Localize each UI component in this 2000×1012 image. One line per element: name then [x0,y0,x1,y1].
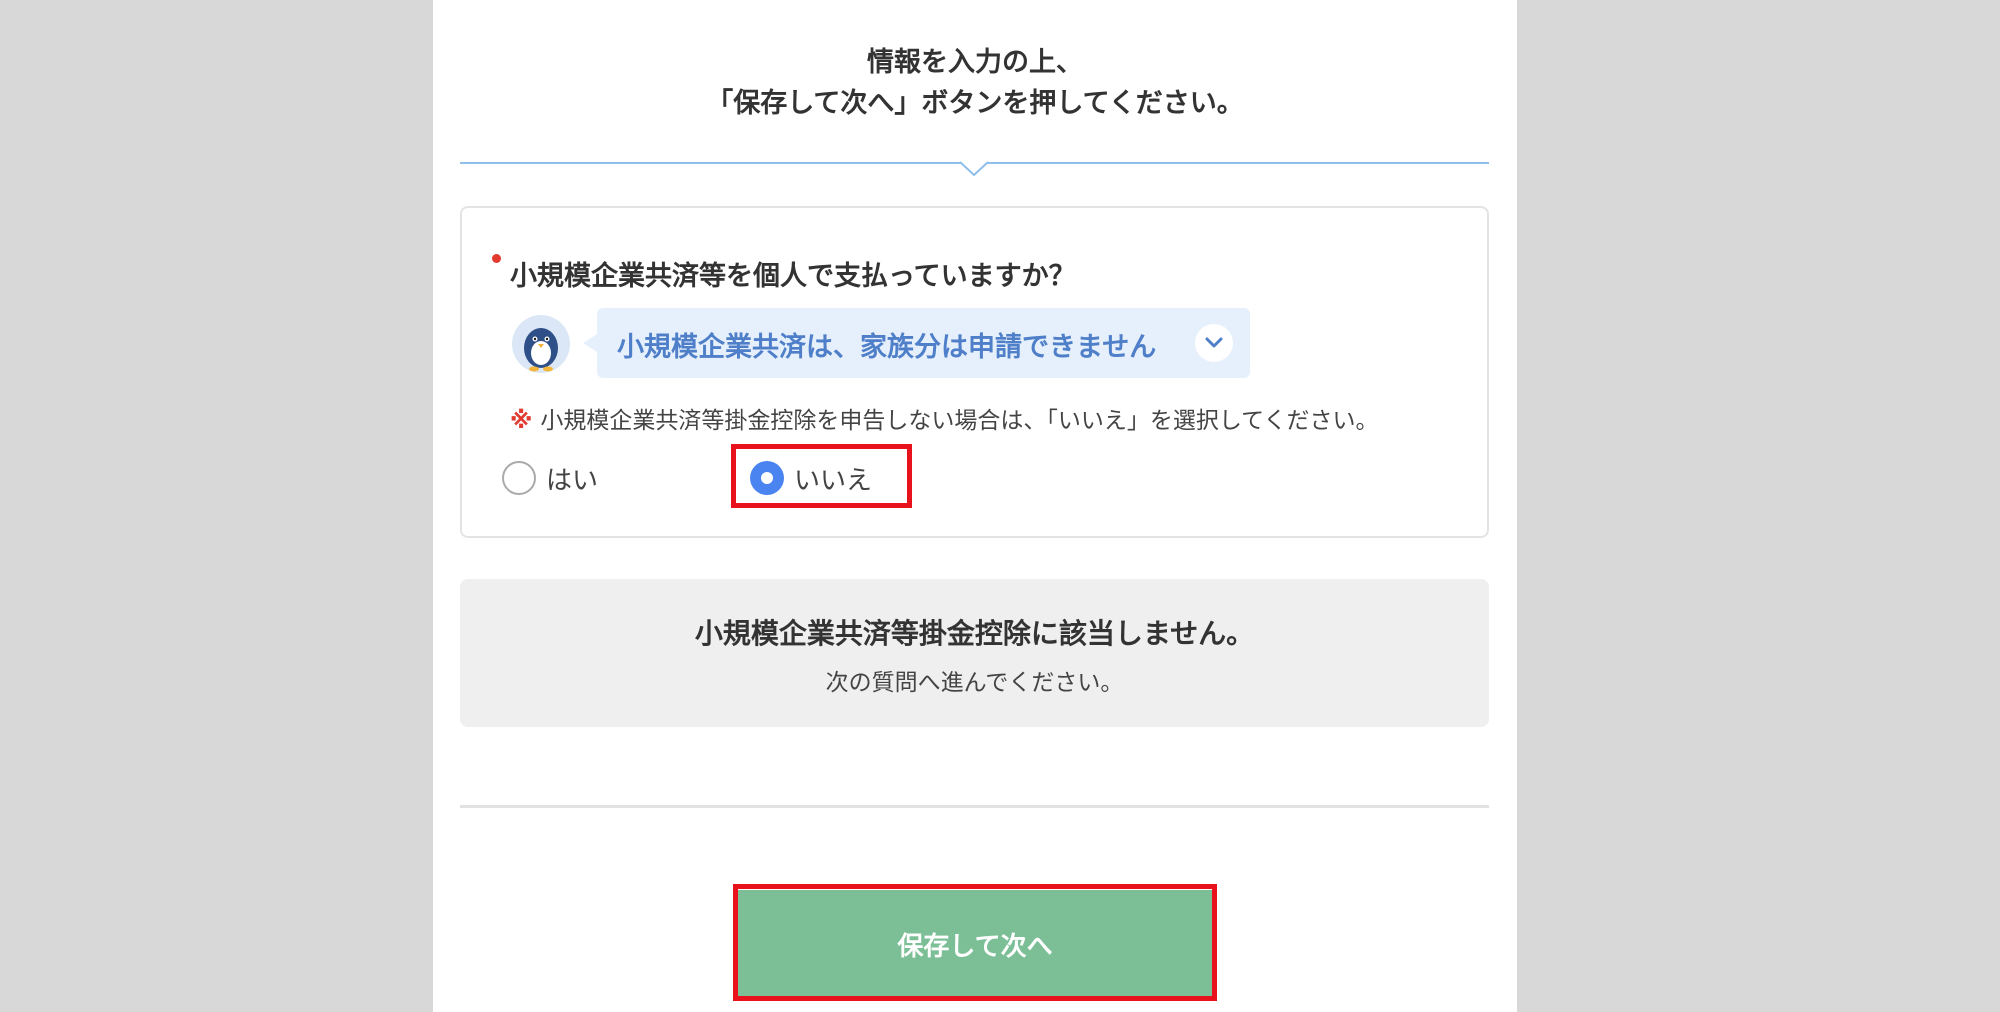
radio-option-no[interactable]: いいえ [750,458,872,498]
note-body: 小規模企業共済等掛金控除を申告しない場合は、「いいえ」を選択してください。 [540,408,1379,434]
hint-expand-button[interactable] [1195,324,1233,362]
result-title: 小規模企業共済等掛金控除に該当しません。 [694,617,1255,650]
radio-label-yes: はい [546,465,599,496]
save-next-button[interactable]: 保存して次へ [738,890,1212,998]
instruction-text: 情報を入力の上、 「保存して次へ」ボタンを押してください。 [433,42,1517,124]
result-message-box: 小規模企業共済等掛金控除に該当しません。 次の質問へ進んでください。 [460,579,1489,727]
result-subtitle: 次の質問へ進んでください。 [825,670,1124,696]
hint-text: 小規模企業共済は、家族分は申請できません [617,332,1157,363]
instruction-line-2: 「保存して次へ」ボタンを押してください。 [706,88,1244,119]
radio-option-yes[interactable]: はい [502,458,598,498]
radio-label-no: いいえ [794,465,873,496]
chevron-down-icon [1205,337,1223,348]
radio-button-no[interactable] [750,461,784,495]
hint-toggle[interactable]: 小規模企業共済は、家族分は申請できません [583,308,1250,378]
radio-button-yes[interactable] [502,461,536,495]
form-panel: 情報を入力の上、 「保存して次へ」ボタンを押してください。 小規模企業共済等を個… [433,0,1517,1012]
question-card: 小規模企業共済等を個人で支払っていますか？ 小規模企業共済は、家族分は申請できま… [460,206,1489,538]
penguin-mascot-icon [512,315,570,373]
divider-notch-icon [960,161,988,177]
footer-divider [460,805,1489,808]
note-mark: ※ [510,408,533,434]
required-indicator [492,254,501,263]
question-label: 小規模企業共済等を個人で支払っていますか？ [510,261,1076,292]
instruction-line-1: 情報を入力の上、 [867,47,1083,78]
section-divider [460,161,1489,177]
note-text: ※ 小規模企業共済等掛金控除を申告しない場合は、「いいえ」を選択してください。 [510,401,1379,435]
